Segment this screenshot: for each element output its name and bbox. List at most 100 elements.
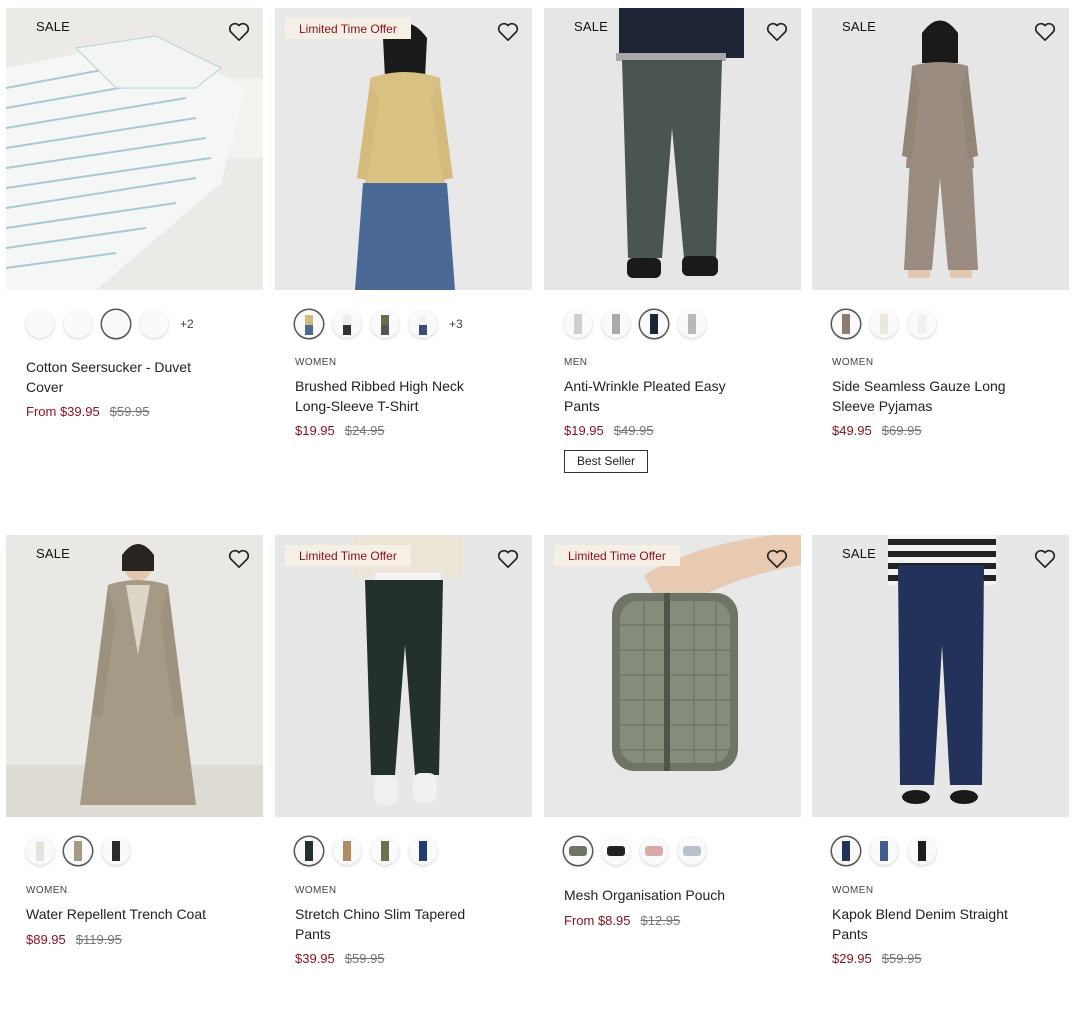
product-card[interactable]: SALE WOMEN Side Seamless Gauze Long Slee…: [812, 8, 1069, 438]
swatch-white[interactable]: [908, 310, 936, 338]
product-name[interactable]: Stretch Chino Slim Tapered Pants: [295, 904, 495, 944]
product-price: $19.95 $24.95: [295, 423, 385, 438]
heart-icon[interactable]: [1034, 22, 1056, 42]
product-category: WOMEN: [832, 885, 874, 896]
product-card[interactable]: SALE +2 Cotton Seersucker - Duvet Cover …: [6, 8, 263, 419]
swatch-white[interactable]: [333, 310, 361, 338]
swatch-black[interactable]: [602, 837, 630, 865]
swatch-dark-green-selected[interactable]: [295, 837, 323, 865]
product-card[interactable]: Limited Time Offer WOMEN Stretch Chino S…: [275, 535, 532, 966]
product-image[interactable]: Limited Time Offer: [544, 535, 801, 817]
product-name[interactable]: Water Repellent Trench Coat: [26, 904, 226, 924]
product-image[interactable]: SALE: [812, 535, 1069, 817]
product-price: $49.95 $69.95: [832, 423, 922, 438]
swatch-ivory[interactable]: [409, 310, 437, 338]
swatch-white[interactable]: [26, 310, 54, 338]
swatch-camel[interactable]: [333, 837, 361, 865]
original-price: $59.95: [344, 951, 385, 966]
heart-icon[interactable]: [766, 549, 788, 569]
product-card[interactable]: Limited Time Offer Mesh Organisation Pou…: [544, 535, 801, 928]
product-image[interactable]: Limited Time Offer: [275, 8, 532, 290]
product-card[interactable]: SALE WOMEN Kapok Blend Denim Straight Pa…: [812, 535, 1069, 966]
swatch-gray[interactable]: [602, 310, 630, 338]
swatch-black[interactable]: [102, 837, 130, 865]
product-name[interactable]: Cotton Seersucker - Duvet Cover: [26, 357, 226, 397]
color-swatches: +2: [26, 307, 194, 341]
product-card[interactable]: Limited Time Offer +3 WOMEN Brushed Ribb…: [275, 8, 532, 438]
color-swatches: [564, 307, 716, 341]
swatch-beige-selected[interactable]: [295, 310, 323, 338]
heart-icon[interactable]: [497, 22, 519, 42]
offer-badge: Limited Time Offer: [285, 545, 411, 566]
sale-badge: SALE: [842, 546, 877, 561]
swatch-navy[interactable]: [409, 837, 437, 865]
swatch-dark-navy-selected[interactable]: [832, 837, 860, 865]
product-price: From $39.95 $59.95: [26, 404, 149, 419]
color-swatches: [295, 834, 447, 868]
sale-price: $19.95: [564, 423, 604, 438]
sale-price: $29.95: [832, 951, 872, 966]
heart-icon[interactable]: [228, 549, 250, 569]
product-name[interactable]: Anti-Wrinkle Pleated Easy Pants: [564, 376, 764, 416]
swatch-ecru[interactable]: [870, 310, 898, 338]
sale-badge: SALE: [574, 19, 609, 34]
original-price: $69.95: [881, 423, 922, 438]
more-colors[interactable]: +2: [180, 317, 194, 331]
sale-price: From $8.95: [564, 913, 631, 928]
swatch-pink[interactable]: [640, 837, 668, 865]
swatch-khaki[interactable]: [371, 310, 399, 338]
best-seller-badge: Best Seller: [564, 450, 649, 473]
heart-icon[interactable]: [497, 549, 519, 569]
heart-icon[interactable]: [228, 22, 250, 42]
original-price: $59.95: [109, 404, 150, 419]
swatch-black[interactable]: [908, 837, 936, 865]
product-category: WOMEN: [26, 885, 68, 896]
heart-icon[interactable]: [1034, 549, 1056, 569]
more-colors[interactable]: +3: [449, 317, 463, 331]
product-category: WOMEN: [295, 357, 337, 368]
product-image[interactable]: SALE: [6, 8, 263, 290]
sale-badge: SALE: [36, 19, 71, 34]
product-card[interactable]: SALE WOMEN Water Repellent Trench Coat $…: [6, 535, 263, 947]
product-image[interactable]: Limited Time Offer: [275, 535, 532, 817]
sale-price: $89.95: [26, 932, 66, 947]
swatch-khaki[interactable]: [371, 837, 399, 865]
color-swatches: [564, 834, 716, 868]
product-name[interactable]: Kapok Blend Denim Straight Pants: [832, 904, 1032, 944]
sale-badge: SALE: [842, 19, 877, 34]
product-image[interactable]: SALE: [812, 8, 1069, 290]
product-name[interactable]: Brushed Ribbed High Neck Long-Sleeve T-S…: [295, 376, 495, 416]
product-name[interactable]: Mesh Organisation Pouch: [564, 885, 764, 905]
product-price: $29.95 $59.95: [832, 951, 922, 966]
color-swatches: [26, 834, 140, 868]
swatch-white[interactable]: [64, 310, 92, 338]
original-price: $12.95: [640, 913, 681, 928]
swatch-beige-selected[interactable]: [64, 837, 92, 865]
sale-price: $19.95: [295, 423, 335, 438]
swatch-mid-blue[interactable]: [870, 837, 898, 865]
product-price: From $8.95 $12.95: [564, 913, 680, 928]
swatch-white[interactable]: [140, 310, 168, 338]
sale-price: $49.95: [832, 423, 872, 438]
swatch-ivory[interactable]: [26, 837, 54, 865]
product-card[interactable]: SALE MEN Anti-Wrinkle Pleated Easy Pants…: [544, 8, 801, 473]
product-image[interactable]: SALE: [544, 8, 801, 290]
swatch-light-blue[interactable]: [678, 837, 706, 865]
heart-icon[interactable]: [766, 22, 788, 42]
product-category: WOMEN: [295, 885, 337, 896]
sale-price: $39.95: [295, 951, 335, 966]
swatch-navy-selected[interactable]: [640, 310, 668, 338]
swatch-khaki-green-selected[interactable]: [564, 837, 592, 865]
swatch-white-selected[interactable]: [102, 310, 130, 338]
color-swatches: [832, 834, 946, 868]
color-swatches: +3: [295, 307, 463, 341]
product-name[interactable]: Side Seamless Gauze Long Sleeve Pyjamas: [832, 376, 1032, 416]
product-image[interactable]: SALE: [6, 535, 263, 817]
sale-price: From $39.95: [26, 404, 100, 419]
original-price: $119.95: [75, 932, 122, 947]
swatch-light-gray[interactable]: [564, 310, 592, 338]
offer-badge: Limited Time Offer: [285, 18, 411, 39]
swatch-silver[interactable]: [678, 310, 706, 338]
original-price: $59.95: [881, 951, 922, 966]
swatch-mocha-selected[interactable]: [832, 310, 860, 338]
